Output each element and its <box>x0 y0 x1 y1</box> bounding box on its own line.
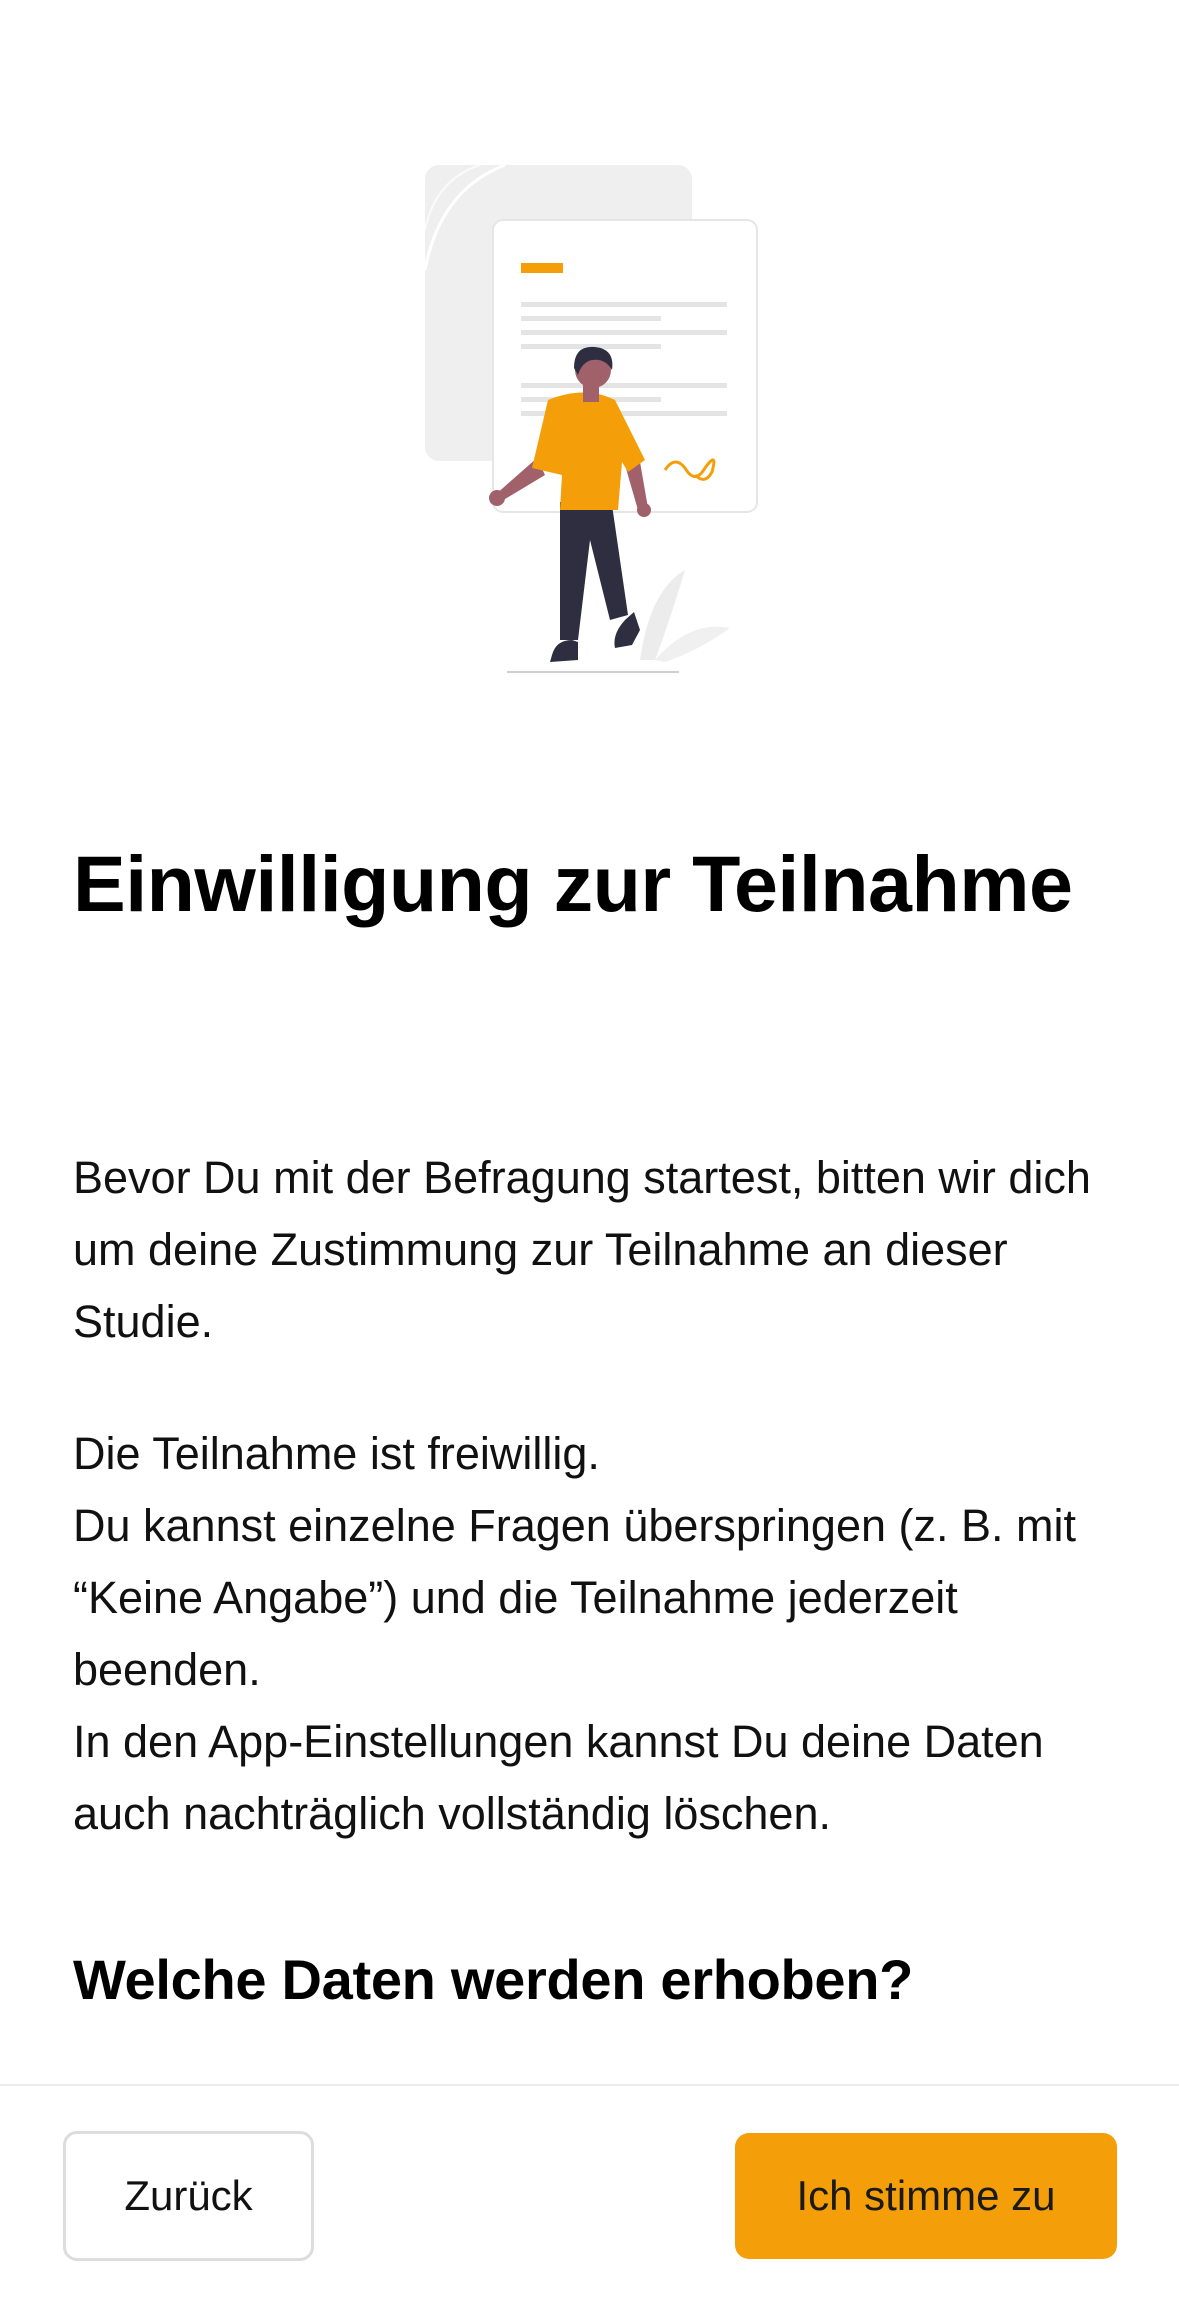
voluntary-info-paragraph: Die Teilnahme ist freiwillig. Du kannst … <box>73 1428 1077 1839</box>
agree-button[interactable]: Ich stimme zu <box>735 2133 1117 2259</box>
back-button[interactable]: Zurück <box>63 2131 314 2261</box>
intro-paragraph: Bevor Du mit der Befragung startest, bit… <box>73 1152 1091 1347</box>
document-person-icon <box>423 163 758 673</box>
consent-illustration <box>400 150 780 690</box>
page-title: Einwilligung zur Teilnahme <box>73 839 1073 928</box>
footer-bar: Zurück Ich stimme zu <box>0 2084 1179 2308</box>
data-collected-heading: Welche Daten werden erhoben? <box>73 1948 914 2011</box>
